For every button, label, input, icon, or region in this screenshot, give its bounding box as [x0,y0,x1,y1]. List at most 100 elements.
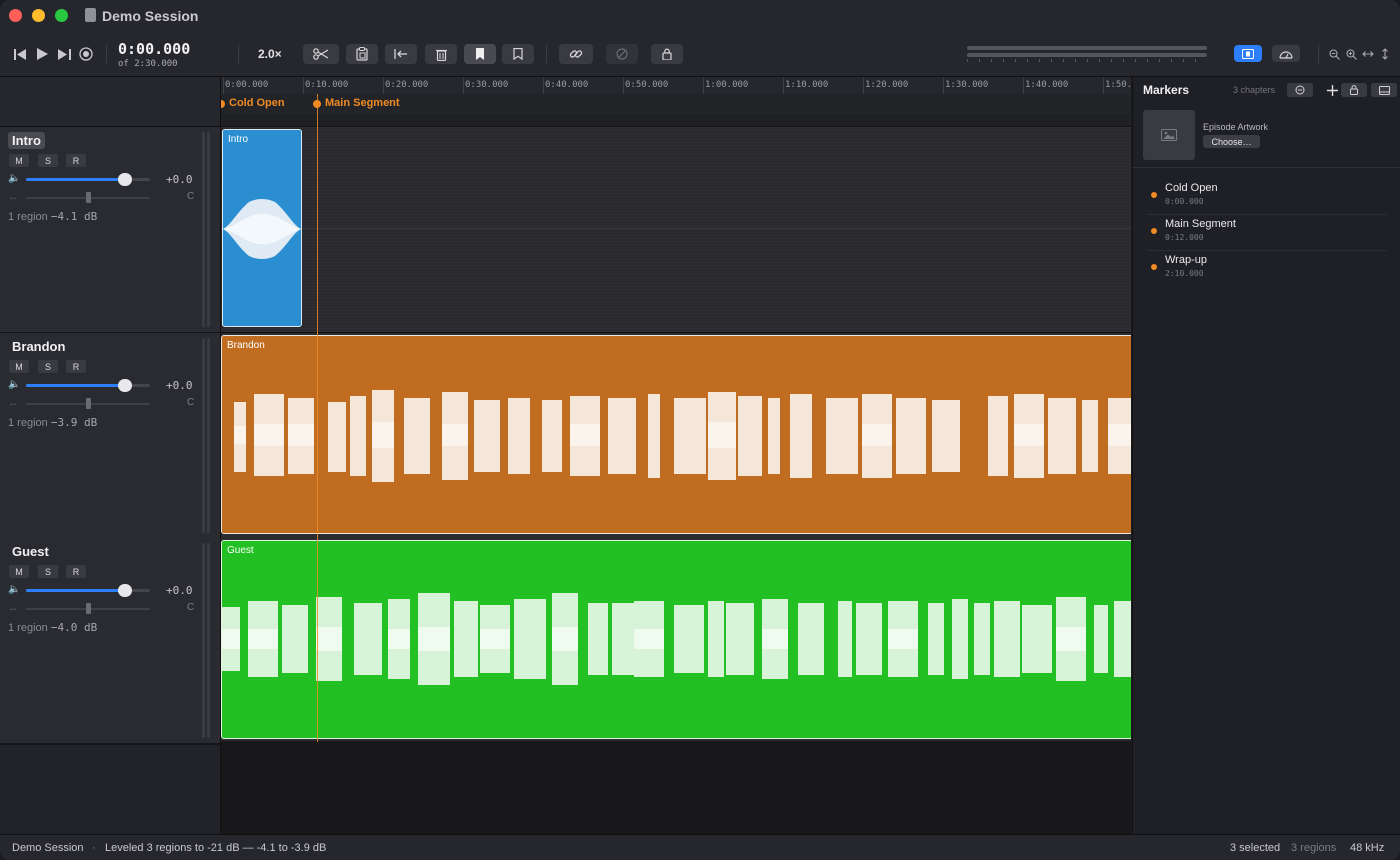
track-header-guest[interactable]: Guest M S R 🔈 +0.0 ↔ C 1 region −4.0 dB [0,538,220,745]
lock-button[interactable] [651,44,683,64]
trim-start-icon [394,49,407,59]
view-mixer-button[interactable] [1272,45,1300,62]
volume-knob[interactable] [118,173,133,186]
pan-icon: ↔ [8,603,18,614]
gauge-icon [1279,50,1293,59]
track-name[interactable]: Guest [8,543,53,560]
track-header-intro[interactable]: Intro M S R 🔈 +0.0 ↔ C 1 region −4.1 dB [0,127,220,334]
region-intro[interactable]: Intro [222,129,302,327]
chapter-dot-icon [1151,228,1157,234]
chapter-name[interactable]: Wrap-up [1165,254,1207,266]
marker-label-main-segment[interactable]: Main Segment [325,97,400,109]
delete-button[interactable] [425,44,457,64]
chapter-item[interactable]: Main Segment 0:12.000 [1147,216,1387,251]
copy-button[interactable] [346,44,378,64]
pan-value: C [187,397,195,408]
chapter-options-button[interactable] [1287,83,1313,97]
zoom-in-button[interactable] [1344,44,1358,64]
time-ruler[interactable]: 0:00.000 0:10.000 0:20.000 0:30.000 0:40… [221,77,1131,95]
marker-lane[interactable]: Cold Open Main Segment [221,94,1131,114]
chapter-name[interactable]: Main Segment [1165,218,1236,230]
record-arm-button[interactable]: R [66,360,86,373]
lane-guest[interactable]: Guest [221,538,1131,745]
close-window-button[interactable] [9,9,22,22]
timeline[interactable]: 0:00.000 0:10.000 0:20.000 0:30.000 0:40… [221,77,1131,834]
link-button[interactable] [559,44,593,64]
skip-forward-button[interactable] [56,44,72,64]
region-guest[interactable]: Guest [221,540,1131,739]
lane-intro[interactable]: Intro [221,127,1131,334]
track-name[interactable]: Intro [8,132,45,149]
fit-width-button[interactable] [1361,44,1375,64]
speaker-icon: 🔈 [8,173,21,184]
solo-button[interactable]: S [38,565,58,578]
marker-cold-open[interactable] [221,100,225,108]
marker-label-cold-open[interactable]: Cold Open [229,97,285,109]
mute-button[interactable]: M [9,154,29,167]
volume-slider[interactable] [26,584,150,597]
volume-knob[interactable] [118,584,133,597]
solo-button[interactable]: S [38,154,58,167]
minimize-window-button[interactable] [32,9,45,22]
add-marker-button[interactable] [464,44,496,64]
track-header-brandon[interactable]: Brandon M S R 🔈 +0.0 ↔ C 1 region −3.9 d… [0,333,220,540]
record-arm-button[interactable]: R [66,565,86,578]
record-arm-button[interactable]: R [66,154,86,167]
play-button[interactable] [35,44,49,64]
volume-knob[interactable] [118,379,133,392]
panel-icon [1378,85,1390,95]
choose-artwork-button[interactable]: Choose… [1203,135,1260,148]
timeline-empty-area[interactable] [221,741,1131,834]
track-name[interactable]: Brandon [8,338,69,355]
solo-button[interactable]: S [38,360,58,373]
zoom-window-button[interactable] [55,9,68,22]
link-icon [569,50,583,58]
lane-brandon[interactable]: Brandon [221,333,1131,540]
region-brandon[interactable]: Brandon [221,335,1131,534]
volume-fill [26,178,126,181]
toolbar: Demo Session 0:00.000 of 2:30.000 2.0× [0,0,1400,77]
fit-height-button[interactable] [1379,44,1391,64]
volume-slider[interactable] [26,379,150,392]
split-button[interactable] [303,44,339,64]
pan-value: C [187,602,195,613]
track-level: −4.0 dB [50,621,98,634]
record-button[interactable] [78,44,94,64]
region-count: 1 region [8,417,48,429]
playback-speed[interactable]: 2.0× [258,47,282,61]
toolbar-separator [238,45,239,63]
skip-back-button[interactable] [12,44,28,64]
chapter-name[interactable]: Cold Open [1165,182,1218,194]
pan-icon: ↔ [8,398,18,409]
tick-line [223,77,224,94]
pan-knob[interactable] [86,398,91,409]
skip-back-icon [13,48,26,60]
status-message: Leveled 3 regions to -21 dB — -4.1 to -3… [105,842,327,854]
track-level: −3.9 dB [50,416,98,429]
lock-chapters-button[interactable] [1341,83,1367,97]
speaker-icon: 🔈 [8,584,21,595]
marker-list-button[interactable] [502,44,534,64]
tick-line [303,77,304,94]
mute-button[interactable]: M [9,360,29,373]
disabled-action-button[interactable] [606,44,638,64]
pan-knob[interactable] [86,603,91,614]
tick-label: 1:20.000 [865,80,909,90]
chapter-item[interactable]: Cold Open 0:00.000 [1147,180,1387,215]
chapter-time: 2:10.000 [1165,269,1204,278]
mute-button[interactable]: M [9,565,29,578]
view-timeline-button[interactable] [1234,45,1262,62]
tick-label: 0:00.000 [225,80,269,90]
zoom-out-button[interactable] [1327,44,1341,64]
scissors-icon [313,48,329,60]
region-count: 1 region [8,211,48,223]
episode-artwork[interactable] [1143,110,1195,160]
trim-start-button[interactable] [385,44,417,64]
chapter-item[interactable]: Wrap-up 2:10.000 [1147,252,1387,286]
playhead[interactable] [317,94,318,742]
timeline-view-icon [1242,48,1254,59]
volume-slider[interactable] [26,173,150,186]
pan-knob[interactable] [86,192,91,203]
toggle-panel-button[interactable] [1371,83,1397,97]
lane-centerline [221,228,1131,229]
